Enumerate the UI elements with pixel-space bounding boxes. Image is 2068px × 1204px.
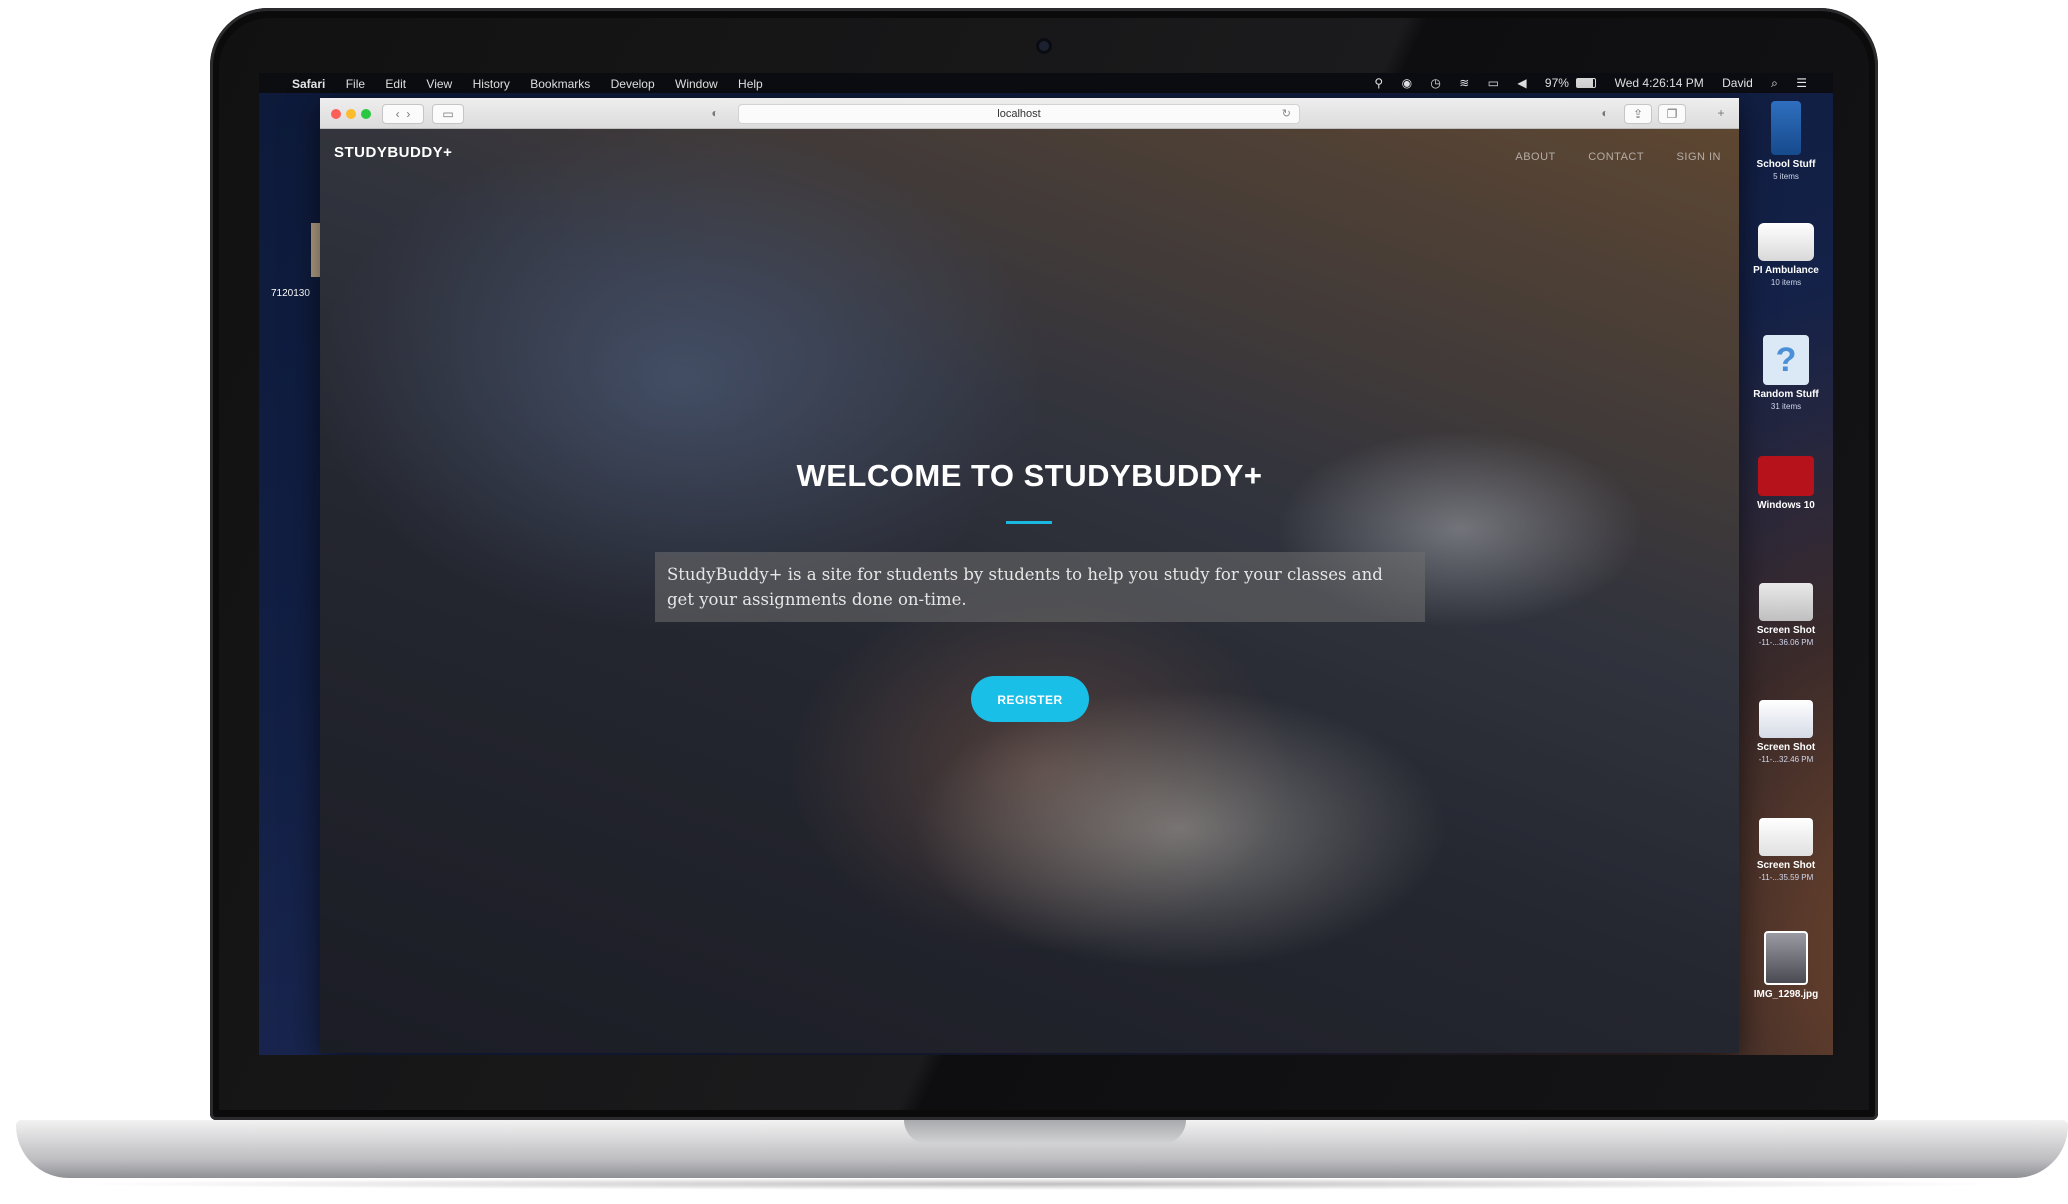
parallels-icon [1758,456,1814,496]
wifi-icon[interactable]: ≋ [1459,76,1469,90]
photo-icon [1764,931,1808,985]
hero-description: StudyBuddy+ is a site for students by st… [655,552,1425,622]
menu-develop[interactable]: Develop [611,77,655,91]
hero-title: WELCOME TO STUDYBUDDY+ [796,458,1263,493]
menu-help[interactable]: Help [738,77,763,91]
time-machine-icon[interactable]: ◷ [1430,76,1440,90]
display-icon[interactable]: ▭ [1488,76,1499,90]
desktop-folder-school-stuff[interactable]: School Stuff 5 items [1741,101,1831,183]
desktop-icon-sublabel: 10 items [1770,278,1802,287]
screenshot-icon [1759,818,1813,856]
register-button[interactable]: REGISTER [971,676,1089,722]
safari-toolbar: ‹ › ▭ ◐ localhost ↻ ◐ ⇪ ❐ + [320,98,1739,129]
nav-sign-in[interactable]: SIGN IN [1677,151,1721,163]
address-url: localhost [997,108,1041,120]
question-icon: ? [1763,335,1809,385]
tabs-icon[interactable]: ❐ [1658,104,1686,124]
sidebar-toggle-button[interactable]: ▭ [432,104,464,124]
desktop-screenshot-1[interactable]: Screen Shot -11-...36.06 PM [1741,583,1831,649]
screenshot-icon [1759,583,1813,621]
desktop-icon-label: IMG_1298.jpg [1753,989,1819,1000]
back-forward-buttons[interactable]: ‹ › [382,104,424,124]
desktop-file-label: 7120130 [271,288,310,299]
site-brand[interactable]: STUDYBUDDY+ [334,144,452,161]
close-button[interactable] [331,109,341,119]
desktop-icon-label: Windows 10 [1757,500,1815,511]
desktop-icon-label: Screen Shot [1756,625,1816,636]
zoom-button[interactable] [361,109,371,119]
reload-icon[interactable]: ↻ [1282,105,1291,123]
menu-window[interactable]: Window [675,77,718,91]
desktop-icon-sublabel: 5 items [1773,172,1799,181]
desktop-folder-random-stuff[interactable]: ? Random Stuff 31 items [1741,335,1831,413]
desktop-screenshot-2[interactable]: Screen Shot -11-...32.46 PM [1741,700,1831,766]
desktop-icon-label: School Stuff [1756,159,1816,170]
menu-edit[interactable]: Edit [385,77,406,91]
address-bar[interactable]: localhost ↻ [738,104,1300,124]
laptop-shadow [60,1178,2020,1190]
menu-history[interactable]: History [473,77,510,91]
desktop-icon-sublabel: 31 items [1770,402,1802,411]
nav-contact[interactable]: CONTACT [1588,151,1644,163]
laptop-notch [904,1120,1186,1144]
screen: Safari File Edit View History Bookmarks … [259,73,1833,1055]
forward-icon[interactable]: › [406,107,410,121]
desktop-icon-sublabel: -11-...36.06 PM [1758,638,1814,647]
spotlight-icon[interactable]: ⌕ [1771,76,1778,90]
back-icon[interactable]: ‹ [396,107,400,121]
privacy-icon[interactable]: ◐ [702,104,728,122]
menu-clock[interactable]: Wed 4:26:14 PM [1615,76,1704,90]
menu-bookmarks[interactable]: Bookmarks [530,77,590,91]
camera-icon [1036,38,1052,54]
battery-icon[interactable] [1576,78,1597,88]
desktop-icon-sublabel: -11-...32.46 PM [1758,755,1814,764]
new-tab-icon[interactable]: + [1710,104,1732,122]
hero-divider [1006,521,1052,524]
menu-user[interactable]: David [1722,76,1753,90]
menu-file[interactable]: File [346,77,365,91]
share-icon[interactable]: ⇪ [1624,104,1652,124]
desktop-icon-label: Random Stuff [1753,389,1819,400]
desktop-icon-label: Screen Shot [1756,860,1816,871]
nav-about[interactable]: ABOUT [1515,151,1555,163]
desktop-folder-pi-ambulance[interactable]: PI Ambulance 10 items [1741,223,1831,289]
desktop-icon-label: PI Ambulance [1753,265,1819,276]
safari-window: ‹ › ▭ ◐ localhost ↻ ◐ ⇪ ❐ + STUDYBUDDY+ … [320,98,1739,1053]
ambulance-icon [1758,223,1814,261]
menu-app-name[interactable]: Safari [292,77,325,91]
desktop-icon-label: Screen Shot [1756,742,1816,753]
screenshot-icon [1759,700,1813,738]
battery-percent[interactable]: 97% [1545,76,1569,90]
desktop-app-windows-10[interactable]: Windows 10 [1741,456,1831,512]
site-nav: ABOUT CONTACT SIGN IN [1487,147,1721,165]
tardis-icon [1771,101,1801,155]
desktop-icon-sublabel: -11-...35.59 PM [1758,873,1814,882]
hero-section: STUDYBUDDY+ ABOUT CONTACT SIGN IN WELCOM… [320,129,1739,1053]
desktop-screenshot-3[interactable]: Screen Shot -11-...35.59 PM [1741,818,1831,884]
sync-icon[interactable]: ◉ [1402,76,1412,90]
location-icon[interactable]: ⚲ [1374,76,1383,90]
menu-bar: Safari File Edit View History Bookmarks … [259,73,1833,93]
minimize-button[interactable] [346,109,356,119]
desktop-photo-file[interactable]: IMG_1298.jpg [1741,931,1831,1001]
downloads-icon[interactable]: ◐ [1592,104,1618,122]
notification-center-icon[interactable]: ☰ [1796,76,1807,90]
menu-view[interactable]: View [426,77,452,91]
volume-icon[interactable]: ◀ [1517,76,1526,90]
